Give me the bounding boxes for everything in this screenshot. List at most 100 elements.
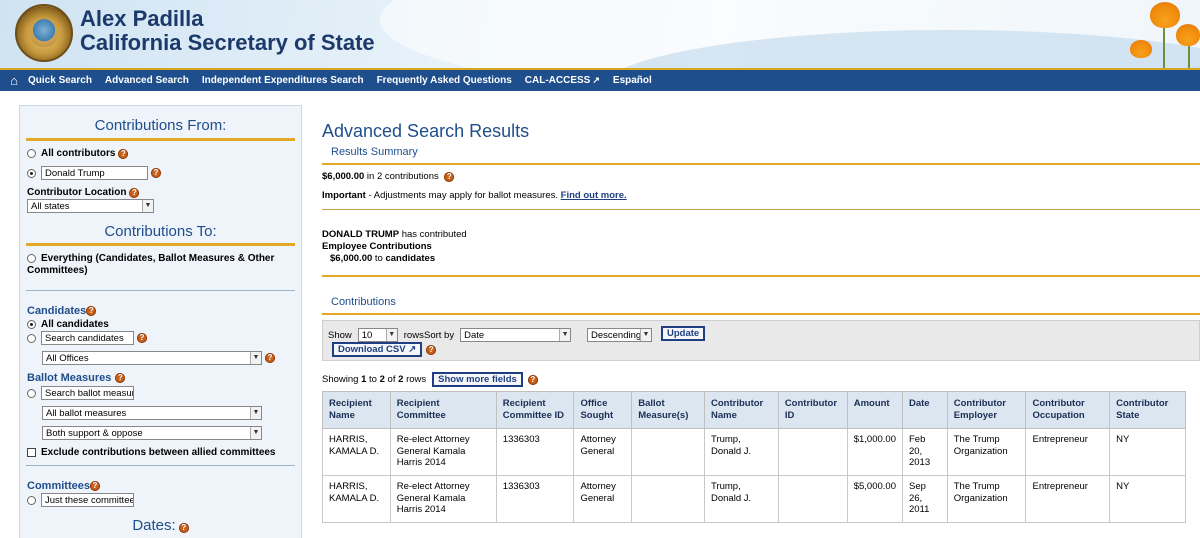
cell-recipient-name: HARRIS, KAMALA D. xyxy=(322,475,391,523)
col-recipient-name[interactable]: Recipient Name xyxy=(322,391,391,429)
main-nav: ⌂ Quick Search Advanced Search Independe… xyxy=(0,68,1200,91)
ballot-measures-value: All ballot measures xyxy=(46,408,127,419)
help-icon[interactable]: ? xyxy=(444,172,455,182)
everything-radio[interactable] xyxy=(27,254,36,263)
amount-to-candidates: $6,000.00 to candidates xyxy=(330,253,435,264)
col-recipient-committee-id[interactable]: Recipient Committee ID xyxy=(495,391,575,429)
table-row: HARRIS, KAMALA D. Re-elect Attorney Gene… xyxy=(322,475,1186,523)
seal-center xyxy=(30,19,58,47)
help-icon[interactable]: ? xyxy=(527,374,538,385)
all-contributors-label: All contributors xyxy=(41,148,116,159)
help-icon[interactable]: ? xyxy=(86,306,97,316)
order-select[interactable]: Descending ▼ xyxy=(587,328,652,342)
rows-select[interactable]: 10 ▼ xyxy=(357,328,398,342)
just-committees-input[interactable]: Just these committees xyxy=(41,493,134,507)
help-icon[interactable]: ? xyxy=(115,373,126,383)
contributor-name-radio[interactable] xyxy=(27,168,36,178)
cell-occupation: Entrepreneur xyxy=(1025,428,1111,476)
contributor-name-input[interactable]: Donald Trump xyxy=(41,166,148,180)
update-button[interactable]: Update xyxy=(661,326,706,341)
exclude-allied-option[interactable]: Exclude contributions between allied com… xyxy=(27,447,276,458)
offices-select[interactable]: All Offices ▼ xyxy=(42,351,262,365)
cell-ballot-measures xyxy=(631,475,705,523)
search-ballot-input[interactable]: Search ballot measure xyxy=(41,386,134,400)
help-icon[interactable]: ? xyxy=(151,168,161,178)
cell-office-sought: Attorney General xyxy=(573,475,633,523)
table-row: HARRIS, KAMALA D. Re-elect Attorney Gene… xyxy=(322,428,1186,476)
col-office-sought[interactable]: Office Sought xyxy=(573,391,633,429)
help-icon[interactable]: ? xyxy=(89,481,100,491)
ballot-measures-select[interactable]: All ballot measures ▼ xyxy=(42,406,262,420)
col-recipient-committee[interactable]: Recipient Committee xyxy=(389,391,497,429)
col-date[interactable]: Date xyxy=(901,391,948,429)
col-ballot-measures[interactable]: Ballot Measure(s) xyxy=(631,391,705,429)
all-candidates-radio[interactable] xyxy=(27,320,36,329)
nav-advanced-search[interactable]: Advanced Search xyxy=(105,75,189,86)
sort-select[interactable]: Date ▼ xyxy=(460,328,572,342)
chevron-down-icon: ▼ xyxy=(385,329,397,341)
home-icon[interactable]: ⌂ xyxy=(0,70,28,91)
contributor-name-option[interactable]: Donald Trump ? xyxy=(27,166,161,180)
col-contributor-state[interactable]: Contributor State xyxy=(1109,391,1186,429)
help-icon[interactable]: ? xyxy=(118,148,129,159)
just-committees-radio[interactable] xyxy=(27,495,36,505)
cell-amount: $5,000.00 xyxy=(846,475,903,523)
page-title: Advanced Search Results xyxy=(322,121,530,141)
search-candidates-radio[interactable] xyxy=(27,333,36,343)
support-oppose-select[interactable]: Both support & oppose ▼ xyxy=(42,426,262,440)
just-committees-option[interactable]: Just these committees xyxy=(27,493,134,507)
search-ballot-radio[interactable] xyxy=(27,388,36,398)
all-contributors-radio[interactable] xyxy=(27,149,36,158)
download-control: Download CSV ↗ ? xyxy=(332,342,437,357)
search-candidates-option[interactable]: Search candidates ? xyxy=(27,331,147,345)
help-icon[interactable]: ? xyxy=(265,353,275,363)
search-ballot-option[interactable]: Search ballot measure xyxy=(27,386,134,400)
search-candidates-input[interactable]: Search candidates xyxy=(41,331,134,345)
help-icon[interactable]: ? xyxy=(137,333,147,343)
cell-date: Sep 26, 2011 xyxy=(901,475,948,523)
all-candidates-option[interactable]: All candidates xyxy=(27,319,109,330)
office-title: California Secretary of State xyxy=(80,30,375,55)
showing-rows: rows xyxy=(406,374,427,385)
exclude-allied-checkbox[interactable] xyxy=(27,448,36,457)
help-icon[interactable]: ? xyxy=(178,523,189,533)
show-more-fields-button[interactable]: Show more fields xyxy=(432,372,523,387)
results-summary-heading: Results Summary xyxy=(331,146,418,158)
cell-state: NY xyxy=(1109,428,1186,476)
all-candidates-label: All candidates xyxy=(41,319,109,330)
summary-amount: $6,000.00 xyxy=(322,171,365,182)
nav-quick-search[interactable]: Quick Search xyxy=(28,75,92,86)
divider xyxy=(26,290,295,291)
contributor-location-select[interactable]: All states ▼ xyxy=(27,199,154,213)
has-contributed-text: has contributed xyxy=(401,229,467,240)
cell-recipient-committee: Re-elect Attorney General Kamala Harris … xyxy=(389,428,497,476)
help-icon[interactable]: ? xyxy=(129,187,140,198)
all-contributors-option[interactable]: All contributors ? xyxy=(27,148,129,159)
support-oppose-value: Both support & oppose xyxy=(46,428,143,439)
poppy-flower-icon xyxy=(1130,40,1152,58)
find-out-more-link[interactable]: Find out more. xyxy=(561,190,627,201)
contributions-to-heading: Contributions To: xyxy=(104,223,217,240)
support-row: Both support & oppose ▼ xyxy=(42,426,262,440)
everything-option[interactable]: Everything (Candidates, Ballot Measures … xyxy=(27,253,274,277)
col-contributor-occupation[interactable]: Contributor Occupation xyxy=(1025,391,1111,429)
everything-label: Everything (Candidates, Ballot Measures … xyxy=(27,253,274,277)
important-text: - Adjustments may apply for ballot measu… xyxy=(368,190,559,201)
col-amount[interactable]: Amount xyxy=(846,391,903,429)
nav-faq[interactable]: Frequently Asked Questions xyxy=(377,75,512,86)
nav-espanol[interactable]: Español xyxy=(613,75,652,86)
nav-independent-expenditures[interactable]: Independent Expenditures Search xyxy=(202,75,364,86)
col-contributor-id[interactable]: Contributor ID xyxy=(777,391,848,429)
offices-row: All Offices ▼ ? xyxy=(42,351,275,365)
exclude-allied-label: Exclude contributions between allied com… xyxy=(41,447,276,458)
col-contributor-employer[interactable]: Contributor Employer xyxy=(946,391,1027,429)
nav-cal-access[interactable]: CAL-ACCESS ↗ xyxy=(525,75,600,86)
poppy-flower-icon xyxy=(1150,2,1180,28)
cell-date: Feb 20, 2013 xyxy=(901,428,948,476)
help-icon[interactable]: ? xyxy=(426,344,437,355)
results-table: Recipient Name Recipient Committee Recip… xyxy=(322,391,1186,523)
col-contributor-name[interactable]: Contributor Name xyxy=(704,391,779,429)
state-seal-logo[interactable] xyxy=(15,4,73,62)
download-csv-button[interactable]: Download CSV ↗ xyxy=(332,342,423,357)
candidates-heading-text: Candidates xyxy=(27,305,87,317)
